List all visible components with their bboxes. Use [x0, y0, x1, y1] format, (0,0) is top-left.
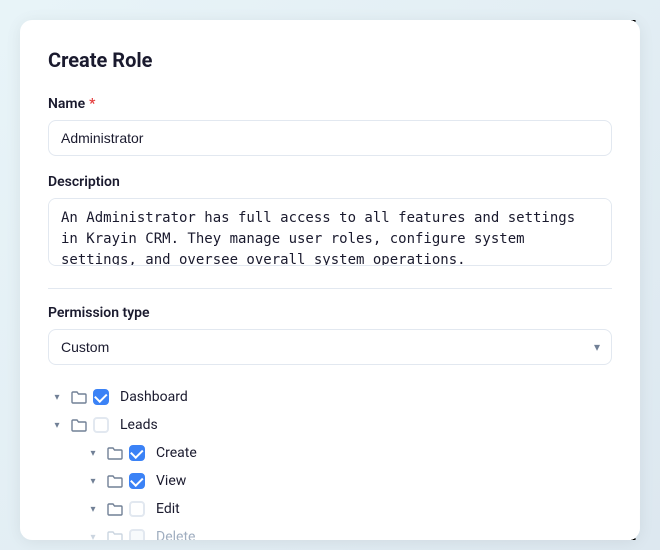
- permission-type-label: Permission type: [48, 305, 612, 321]
- checkbox-leads-create[interactable]: [129, 445, 145, 461]
- chevron-leads-edit[interactable]: ▾: [84, 500, 102, 518]
- chevron-dashboard[interactable]: ▾: [48, 388, 66, 406]
- checkbox-leads[interactable]: [93, 417, 109, 433]
- checkbox-leads-edit[interactable]: [129, 501, 145, 517]
- perm-row-dashboard: ▾ Dashboard: [48, 383, 612, 411]
- checkbox-wrap-leads-delete: [128, 528, 146, 540]
- folder-icon-leads: [70, 416, 88, 434]
- perm-row-leads-create: ▾ Create: [48, 439, 612, 467]
- name-field-group: Name *: [48, 96, 612, 156]
- checkbox-dashboard[interactable]: [93, 389, 109, 405]
- perm-row-leads-edit: ▾ Edit: [48, 495, 612, 523]
- checkbox-wrap-leads-view[interactable]: [128, 472, 146, 490]
- permission-type-select-wrap: Custom All: [48, 329, 612, 365]
- perm-label-leads-edit: Edit: [156, 501, 180, 517]
- perm-row-leads-delete: ▾ Delete: [48, 523, 612, 540]
- chevron-leads-create[interactable]: ▾: [84, 444, 102, 462]
- description-label: Description: [48, 174, 612, 190]
- perm-label-dashboard: Dashboard: [120, 389, 188, 405]
- folder-icon-leads-edit: [106, 500, 124, 518]
- permission-type-select[interactable]: Custom All: [48, 329, 612, 365]
- perm-label-leads-create: Create: [156, 445, 197, 461]
- checkbox-wrap-leads-edit[interactable]: [128, 500, 146, 518]
- perm-row-leads-view: ▾ View: [48, 467, 612, 495]
- perm-row-leads: ▾ Leads: [48, 411, 612, 439]
- folder-icon-leads-create: [106, 444, 124, 462]
- name-input[interactable]: [48, 120, 612, 156]
- chevron-leads-view[interactable]: ▾: [84, 472, 102, 490]
- checkbox-wrap-leads-create[interactable]: [128, 444, 146, 462]
- checkbox-wrap-dashboard[interactable]: [92, 388, 110, 406]
- checkbox-leads-delete: [129, 529, 145, 540]
- folder-icon-leads-view: [106, 472, 124, 490]
- permission-type-field-group: Permission type Custom All: [48, 305, 612, 365]
- folder-icon-leads-delete: [106, 528, 124, 540]
- page-title: Create Role: [48, 48, 612, 72]
- name-label: Name *: [48, 96, 612, 112]
- divider: [48, 288, 612, 289]
- create-role-panel: Create Role Name * Description An Admini…: [20, 20, 640, 540]
- required-star: *: [89, 96, 95, 112]
- description-field-group: Description An Administrator has full ac…: [48, 174, 612, 270]
- perm-label-leads-view: View: [156, 473, 186, 489]
- chevron-leads[interactable]: ▾: [48, 416, 66, 434]
- perm-label-leads: Leads: [120, 417, 158, 433]
- folder-icon-dashboard: [70, 388, 88, 406]
- description-input[interactable]: An Administrator has full access to all …: [48, 198, 612, 266]
- permission-tree: ▾ Dashboard ▾ Leads: [48, 383, 612, 540]
- chevron-leads-delete: ▾: [84, 528, 102, 540]
- checkbox-leads-view[interactable]: [129, 473, 145, 489]
- perm-label-leads-delete: Delete: [156, 529, 195, 540]
- checkbox-wrap-leads[interactable]: [92, 416, 110, 434]
